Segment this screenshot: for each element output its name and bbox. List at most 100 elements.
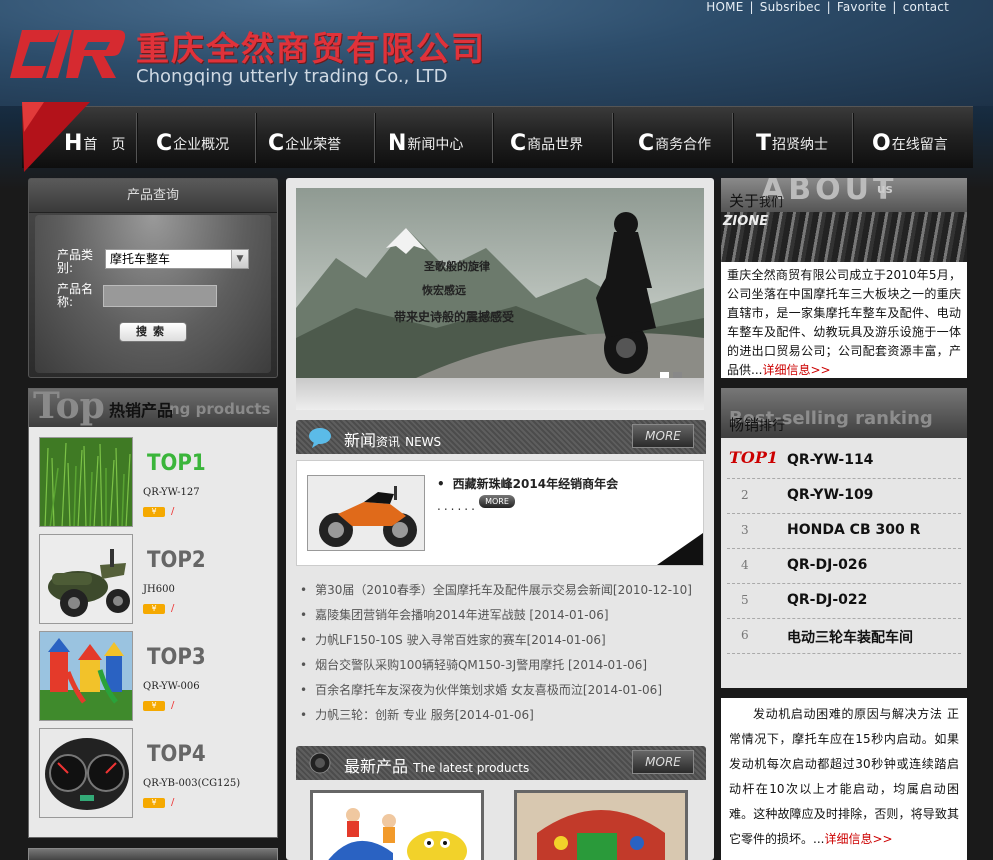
banner-text: 圣歌般的旋律 — [424, 260, 490, 273]
product-code[interactable]: QR-YW-006 — [143, 681, 200, 692]
about-us-text: 重庆全然商贸有限公司成立于2010年5月，公司坐落在中国摩托车三大板块之一的重庆… — [721, 262, 967, 380]
name-label: 产品名称: — [57, 282, 94, 309]
chat-bubble-icon — [309, 428, 331, 448]
nav-label: 商品世界 — [527, 136, 584, 153]
latest-product-thumb[interactable] — [514, 790, 688, 860]
rank-product-name[interactable]: QR-DJ-026 — [787, 557, 867, 573]
hot-products-panel: Top ng products 热销产品 TOP1 QR-YW-127 ¥/ — [28, 388, 278, 838]
site-header: HOME | Subsribec | Favorite | contact 重庆… — [0, 0, 993, 106]
about-ellipsis: ... — [751, 363, 763, 377]
top-link-separator: | — [749, 0, 754, 14]
nav-cooperation[interactable]: C 商务合作 — [638, 131, 711, 156]
hot-product-item[interactable]: TOP2 JH600 ¥ / — [39, 534, 271, 624]
nav-message[interactable]: O 在线留言 — [872, 131, 948, 156]
price-tag-icon: ¥ — [143, 700, 165, 711]
product-search-panel: 产品查询 产品类别: 摩托车整车 ▼ 产品名称: 搜索 — [28, 178, 278, 378]
nav-glyph: C — [638, 131, 655, 156]
top-link-subscribe[interactable]: Subsribec — [760, 0, 821, 14]
ranking-title-big: 畅销 — [729, 416, 760, 434]
hot-product-item[interactable]: TOP4 QR-YB-003(CG125) ¥ / — [39, 728, 271, 818]
news-list-item[interactable]: 嘉陵集团营销年会播响2014年进军战鼓 [2014-01-06] — [300, 603, 710, 628]
rank-product-name[interactable]: HONDA CB 300 R — [787, 522, 920, 538]
latest-more-button[interactable]: MORE — [632, 750, 694, 774]
news-list-item[interactable]: 烟台交警队采购100辆轻骑QM150-3J警用摩托 [2014-01-06] — [300, 653, 710, 678]
price-slash: / — [171, 506, 175, 517]
price-slash: / — [171, 700, 175, 711]
featured-news[interactable]: 西藏新珠峰2014年经销商年会 ...... MORE — [296, 460, 704, 566]
rank-label: TOP3 — [147, 645, 206, 670]
ranking-row[interactable]: 5 QR-DJ-022 — [727, 584, 961, 619]
hot-product-item[interactable]: TOP3 QR-YW-006 ¥ / — [39, 631, 271, 721]
search-panel-title: 产品查询 — [29, 179, 277, 213]
hero-banner[interactable]: 圣歌般的旋律 恢宏感远 带来史诗般的震撼感受 — [296, 188, 704, 378]
banner-text: 带来史诗般的震撼感受 — [394, 310, 515, 324]
ranking-row[interactable]: 4 QR-DJ-026 — [727, 549, 961, 584]
company-logo[interactable] — [8, 26, 128, 82]
product-image-sidecar[interactable] — [39, 534, 133, 624]
product-name-input[interactable] — [103, 285, 217, 307]
product-image-grass[interactable] — [39, 437, 133, 527]
tip-more-link[interactable]: 详细信息>> — [824, 832, 892, 846]
product-code[interactable]: JH600 — [143, 584, 175, 595]
top-link-contact[interactable]: contact — [903, 0, 949, 14]
tip-ellipsis: ... — [813, 832, 825, 846]
ranking-row[interactable]: 6 电动三轮车装配车间 — [727, 619, 961, 654]
nav-divider — [255, 113, 256, 163]
company-name-cn: 重庆全然商贸有限公司 — [136, 29, 486, 68]
red-ribbon-decoration — [22, 102, 90, 172]
about-header-bg-text: us — [877, 182, 893, 196]
ranking-row[interactable]: 2 QR-YW-109 — [727, 479, 961, 514]
search-button[interactable]: 搜索 — [119, 322, 187, 342]
category-select[interactable]: 摩托车整车 ▼ — [105, 249, 249, 269]
featured-news-more-button[interactable]: MORE — [479, 495, 515, 508]
price-row: ¥ / — [143, 506, 174, 517]
hot-header-bg-text: Top — [33, 389, 105, 427]
news-list-item[interactable]: 力帆三轮：创新 专业 服务[2014-01-06] — [300, 703, 710, 728]
about-title-big: 关于 — [729, 192, 760, 210]
ranking-title-small: 排行 — [759, 419, 786, 434]
news-title-en: NEWS — [405, 435, 442, 449]
top-link-home[interactable]: HOME — [706, 0, 743, 14]
top-link-separator: | — [826, 0, 831, 14]
nav-recruit[interactable]: T 招贤纳士 — [756, 131, 828, 156]
price-row: ¥ / — [143, 797, 174, 808]
featured-news-ellipsis: ...... — [437, 499, 478, 513]
ranking-row[interactable]: 3 HONDA CB 300 R — [727, 514, 961, 549]
nav-divider — [732, 113, 733, 163]
top-link-favorite[interactable]: Favorite — [837, 0, 887, 14]
top-links: HOME | Subsribec | Favorite | contact — [706, 0, 949, 14]
nav-honors[interactable]: C 企业荣誉 — [268, 131, 341, 156]
center-column: 圣歌般的旋律 恢宏感远 带来史诗般的震撼感受 新闻资讯 NEWS MORE 西藏… — [286, 178, 714, 860]
about-body: 重庆全然商贸有限公司成立于2010年5月，公司坐落在中国摩托车三大板块之一的重庆… — [727, 268, 961, 377]
latest-product-thumb[interactable] — [310, 790, 484, 860]
hot-header-bg-text: ng products — [169, 400, 271, 418]
news-more-button[interactable]: MORE — [632, 424, 694, 448]
product-code[interactable]: QR-YW-127 — [143, 487, 200, 498]
speaker-icon — [309, 752, 331, 774]
nav-about[interactable]: C 企业概况 — [156, 131, 229, 156]
rank-product-name[interactable]: 电动三轮车装配车间 — [787, 627, 913, 647]
tire-brand-text: ZIONE — [723, 214, 769, 229]
rank-label: TOP1 — [147, 451, 206, 476]
featured-news-image[interactable] — [307, 475, 425, 551]
product-image-speedometer[interactable] — [39, 728, 133, 818]
news-title-big: 新闻 — [344, 431, 377, 450]
nav-news[interactable]: N 新闻中心 — [388, 131, 463, 156]
category-select-value: 摩托车整车 — [110, 252, 171, 266]
news-list-item[interactable]: 百余名摩托车友深夜为伙伴策划求婚 女友喜极而泣[2014-01-06] — [300, 678, 710, 703]
nav-glyph: C — [268, 131, 285, 156]
chevron-down-icon[interactable]: ▼ — [231, 250, 248, 268]
ranking-row[interactable]: TOP1 QR-YW-114 — [727, 444, 961, 479]
rank-product-name[interactable]: QR-DJ-022 — [787, 592, 867, 608]
hot-product-item[interactable]: TOP1 QR-YW-127 ¥ / — [39, 437, 271, 527]
nav-products[interactable]: C 商品世界 — [510, 131, 583, 156]
rank-product-name[interactable]: QR-YW-114 — [787, 452, 873, 468]
product-image-playground[interactable] — [39, 631, 133, 721]
product-code[interactable]: QR-YB-003(CG125) — [143, 778, 240, 789]
latest-title-big: 最新产品 — [344, 757, 409, 776]
news-list-item[interactable]: 第30届（2010春季）全国摩托车及配件展示交易会新闻[2010-12-10] — [300, 578, 710, 603]
rank-product-name[interactable]: QR-YW-109 — [787, 487, 873, 503]
news-list-item[interactable]: 力帆LF150-10S 驶入寻常百姓家的赛车[2014-01-06] — [300, 628, 710, 653]
about-more-link[interactable]: 详细信息>> — [762, 363, 830, 377]
featured-news-title[interactable]: 西藏新珠峰2014年经销商年会 — [447, 475, 618, 492]
